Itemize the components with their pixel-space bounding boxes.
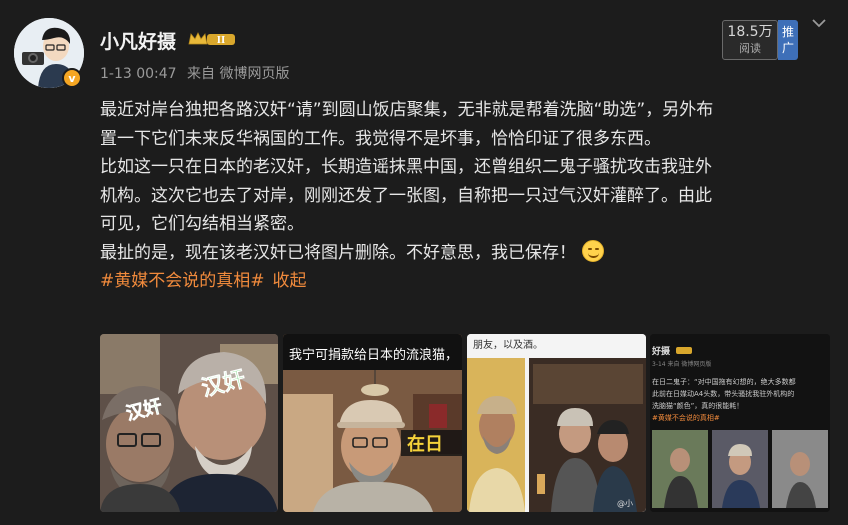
vip-crown-badge-icon[interactable]: II xyxy=(187,30,237,48)
post-content: 最近对岸台独把各路汉奸“请”到圆山饭店聚集，无非就是帮着洗脑“助选”，另外布 置… xyxy=(100,96,830,296)
read-label: 阅读 xyxy=(739,42,761,55)
hashtag-line: #黄媒不会说的真相# 收起 xyxy=(100,267,830,296)
banner-text: 我宁可捐款给日本的流浪猫， xyxy=(289,347,458,363)
inner-time: 3-14 来自 微博网页版 xyxy=(652,360,711,368)
post-meta: 1-13 00:47 来自 微博网页版 xyxy=(100,63,295,83)
caption-text: 朋友，以及酒。 xyxy=(473,338,543,351)
post-image-4[interactable]: 好摄 3-14 来自 微博网页版 在日二鬼子：“对中国拖有幻想的，绝大多数都 此… xyxy=(650,334,830,512)
caption-text: 在日 xyxy=(407,433,443,455)
post-image-3[interactable]: 朋友，以及酒。 @小 xyxy=(467,334,646,512)
post-source: 来自 微博网页版 xyxy=(187,66,290,82)
inner-text-line: 此前在日媒动A4头数，带头骚扰我驻外机构的 xyxy=(652,389,794,398)
inner-text-line: 洗脑猫“颜色”，真的很能耗！ xyxy=(652,401,743,410)
content-line: 最近对岸台独把各路汉奸“请”到圆山饭店聚集，无非就是帮着洗脑“助选”，另外布 xyxy=(100,100,714,120)
post-image-1[interactable]: 汉奸 汉奸 xyxy=(100,334,278,512)
content-line: 可见，它们勾结相当紧密。 xyxy=(100,214,304,234)
content-line: 比如这一只在日本的老汉奸，长期造谣抹黑中国，还曾组织二鬼子骚扰攻击我驻外 xyxy=(100,157,712,177)
read-count: 18.5万 xyxy=(727,24,773,40)
smile-emoji-icon xyxy=(582,239,604,262)
collapse-link[interactable]: 收起 xyxy=(273,271,307,291)
photo-bar-group: 朋友，以及酒。 @小 xyxy=(467,334,646,512)
post-time[interactable]: 1-13 00:47 xyxy=(100,66,177,82)
promote-button[interactable]: 推广 xyxy=(778,20,798,60)
post-image-2[interactable]: 我宁可捐款给日本的流浪猫， 在日 xyxy=(283,334,462,512)
inner-hashtag: #黄媒不会说的真相# xyxy=(652,413,720,422)
content-line: 机构。这次它也去了对岸，刚刚还发了一张图，自称把一只过气汉奸灌醉了。由此 xyxy=(100,185,712,206)
photo-two-men: 汉奸 汉奸 xyxy=(100,334,278,512)
inner-username: 好摄 xyxy=(651,345,671,357)
username[interactable]: 小凡好摄 xyxy=(100,27,176,54)
content-line: 最扯的是，现在该老汉奸已将图片删除。不好意思，我已保存！ xyxy=(100,242,576,263)
inner-text-line: 在日二鬼子：“对中国拖有幻想的，绝大多数都 xyxy=(652,377,796,386)
screenshot-of-post: 好摄 3-14 来自 微博网页版 在日二鬼子：“对中国拖有幻想的，绝大多数都 此… xyxy=(650,334,830,512)
read-count-box: 18.5万 阅读 xyxy=(722,20,778,60)
hashtag-link[interactable]: #黄媒不会说的真相# xyxy=(100,271,265,291)
chevron-down-icon[interactable] xyxy=(810,14,828,32)
avatar[interactable]: v xyxy=(14,18,84,88)
weibo-post: v 小凡好摄 II 1-13 00:47 来自 微博网页版 18.5万 阅读 推… xyxy=(0,0,848,525)
watermark-text: @小 xyxy=(617,499,633,508)
verified-badge-icon: v xyxy=(62,68,82,88)
vip-level-text: II xyxy=(217,36,225,46)
content-line: 置一下它们未来反华祸国的工作。我觉得不是坏事，恰恰印证了很多东西。 xyxy=(100,128,661,149)
content-line-last: 最扯的是，现在该老汉奸已将图片删除。不好意思，我已保存！ xyxy=(100,239,830,268)
photo-man-with-cap: 我宁可捐款给日本的流浪猫， 在日 xyxy=(283,334,462,512)
